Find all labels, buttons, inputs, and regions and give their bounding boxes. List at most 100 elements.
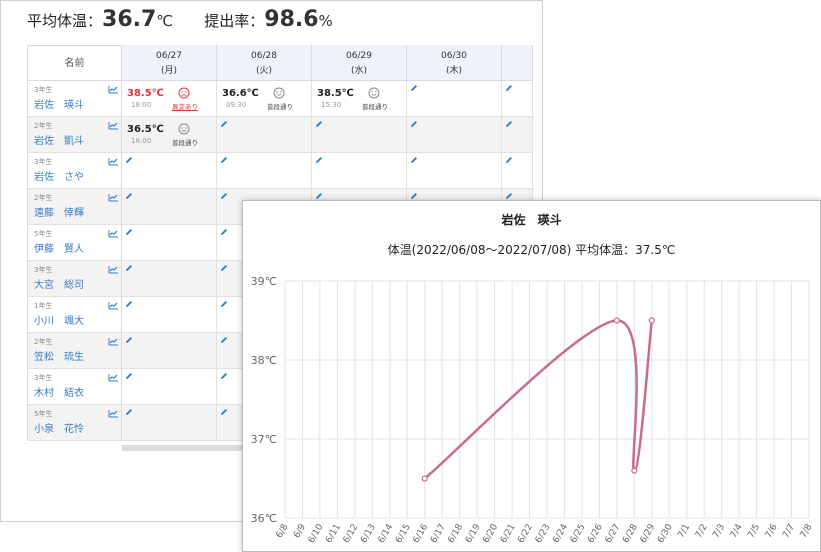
- day-cell[interactable]: 36.6℃ 09:30 普段通り: [217, 81, 312, 116]
- student-name-cell: 5年生 小泉 花怜: [27, 405, 122, 440]
- student-name-link[interactable]: 大宮 総司: [34, 276, 84, 291]
- pencil-icon[interactable]: [125, 408, 133, 416]
- trend-chart-icon[interactable]: [108, 373, 119, 382]
- pencil-icon[interactable]: [220, 120, 228, 128]
- smile-face-icon: [368, 87, 380, 99]
- day-cell[interactable]: [502, 117, 533, 152]
- student-name-cell: 5年生 伊藤 賢人: [27, 225, 122, 260]
- pencil-icon[interactable]: [220, 372, 228, 380]
- pencil-icon[interactable]: [125, 300, 133, 308]
- pencil-icon[interactable]: [125, 156, 133, 164]
- day-cell[interactable]: [407, 117, 502, 152]
- pencil-icon[interactable]: [410, 120, 418, 128]
- weekday-label: (木): [445, 66, 463, 76]
- pencil-icon[interactable]: [125, 372, 133, 380]
- day-cell[interactable]: [122, 369, 217, 404]
- student-name-link[interactable]: 笠松 琉生: [34, 348, 84, 363]
- day-cell[interactable]: [122, 225, 217, 260]
- pencil-icon[interactable]: [315, 156, 323, 164]
- student-name-link[interactable]: 伊藤 賢人: [34, 240, 84, 255]
- pencil-icon[interactable]: [220, 264, 228, 272]
- date-label: 06/29: [346, 51, 372, 61]
- trend-chart-icon[interactable]: [108, 301, 119, 310]
- day-cell[interactable]: 38.5℃ 18:00 異変あり: [122, 81, 217, 116]
- student-name-link[interactable]: 小泉 花怜: [34, 420, 84, 435]
- day-cell[interactable]: [122, 189, 217, 224]
- pencil-icon[interactable]: [220, 156, 228, 164]
- student-name-link[interactable]: 岩佐 さや: [34, 168, 84, 183]
- day-cell[interactable]: [217, 153, 312, 188]
- x-tick-label: 6/11: [324, 523, 343, 546]
- student-name-link[interactable]: 岩佐 瑛斗: [34, 96, 84, 111]
- trend-chart-icon[interactable]: [108, 193, 119, 202]
- pencil-icon[interactable]: [505, 192, 513, 200]
- grade-label: 3年生: [34, 374, 53, 382]
- day-cell[interactable]: 36.5℃ 18:00 普段通り: [122, 117, 217, 152]
- day-cell[interactable]: [312, 153, 407, 188]
- pencil-icon[interactable]: [220, 192, 228, 200]
- x-tick-label: 6/19: [464, 522, 483, 545]
- table-row: 3年生 岩佐 さや: [27, 153, 533, 189]
- summary-bar: 平均体温：36.7℃ 提出率：98.6%: [27, 7, 359, 37]
- day-cell[interactable]: [407, 153, 502, 188]
- x-tick-label: 6/25: [569, 523, 588, 546]
- weekday-label: (月): [160, 66, 178, 76]
- mood-label: 普段通り: [362, 103, 388, 111]
- student-name-link[interactable]: 木村 結衣: [34, 384, 84, 399]
- x-tick-label: 6/27: [604, 523, 623, 546]
- day-cell[interactable]: [312, 117, 407, 152]
- pencil-icon[interactable]: [125, 192, 133, 200]
- student-name-link[interactable]: 岩佐 凱斗: [34, 132, 84, 147]
- data-point: [631, 467, 638, 474]
- trend-chart-icon[interactable]: [108, 85, 119, 94]
- pencil-icon[interactable]: [220, 300, 228, 308]
- trend-chart-icon[interactable]: [108, 409, 119, 418]
- pencil-icon[interactable]: [220, 408, 228, 416]
- pencil-icon[interactable]: [315, 192, 323, 200]
- trend-chart-icon[interactable]: [108, 157, 119, 166]
- pencil-icon[interactable]: [125, 264, 133, 272]
- date-header-0630: 06/30 (木): [407, 45, 502, 81]
- pencil-icon[interactable]: [220, 228, 228, 236]
- x-tick-label: 6/12: [342, 523, 361, 546]
- pencil-icon[interactable]: [505, 84, 513, 92]
- day-cell[interactable]: [122, 333, 217, 368]
- pencil-icon[interactable]: [315, 120, 323, 128]
- mood-label: 普段通り: [172, 139, 198, 147]
- day-cell[interactable]: [502, 153, 533, 188]
- trend-chart-icon[interactable]: [108, 337, 119, 346]
- day-cell[interactable]: [122, 297, 217, 332]
- y-tick-label: 37℃: [251, 433, 277, 446]
- day-cell[interactable]: [217, 117, 312, 152]
- pencil-icon[interactable]: [505, 156, 513, 164]
- data-point: [613, 317, 620, 324]
- x-tick-label: 6/14: [377, 522, 396, 545]
- pencil-icon[interactable]: [410, 156, 418, 164]
- day-cell[interactable]: [502, 81, 533, 116]
- average-temp-label: 平均体温：: [27, 12, 103, 30]
- date-header-0628: 06/28 (火): [217, 45, 312, 81]
- pencil-icon[interactable]: [220, 336, 228, 344]
- pencil-icon[interactable]: [505, 120, 513, 128]
- day-cell[interactable]: 38.5℃ 15:30 普段通り: [312, 81, 407, 116]
- student-name-link[interactable]: 遠藤 倖輝: [34, 204, 84, 219]
- day-cell[interactable]: [122, 405, 217, 440]
- y-tick-label: 38℃: [251, 354, 277, 367]
- trend-chart-icon[interactable]: [108, 121, 119, 130]
- student-name-cell: 1年生 小川 颯大: [27, 297, 122, 332]
- temperature-chart-popup: 岩佐 瑛斗 体温(2022/06/08～2022/07/08) 平均体温：37.…: [242, 200, 821, 552]
- pencil-icon[interactable]: [125, 336, 133, 344]
- trend-chart-icon[interactable]: [108, 265, 119, 274]
- day-cell[interactable]: [122, 153, 217, 188]
- measure-time: 15:30: [321, 101, 342, 109]
- grade-label: 3年生: [34, 266, 53, 274]
- pencil-icon[interactable]: [125, 228, 133, 236]
- day-cell[interactable]: [122, 261, 217, 296]
- day-cell[interactable]: [407, 81, 502, 116]
- measure-time: 09:30: [226, 101, 247, 109]
- mood-label[interactable]: 異変あり: [166, 101, 204, 111]
- pencil-icon[interactable]: [410, 192, 418, 200]
- pencil-icon[interactable]: [410, 84, 418, 92]
- trend-chart-icon[interactable]: [108, 229, 119, 238]
- student-name-link[interactable]: 小川 颯大: [34, 312, 84, 327]
